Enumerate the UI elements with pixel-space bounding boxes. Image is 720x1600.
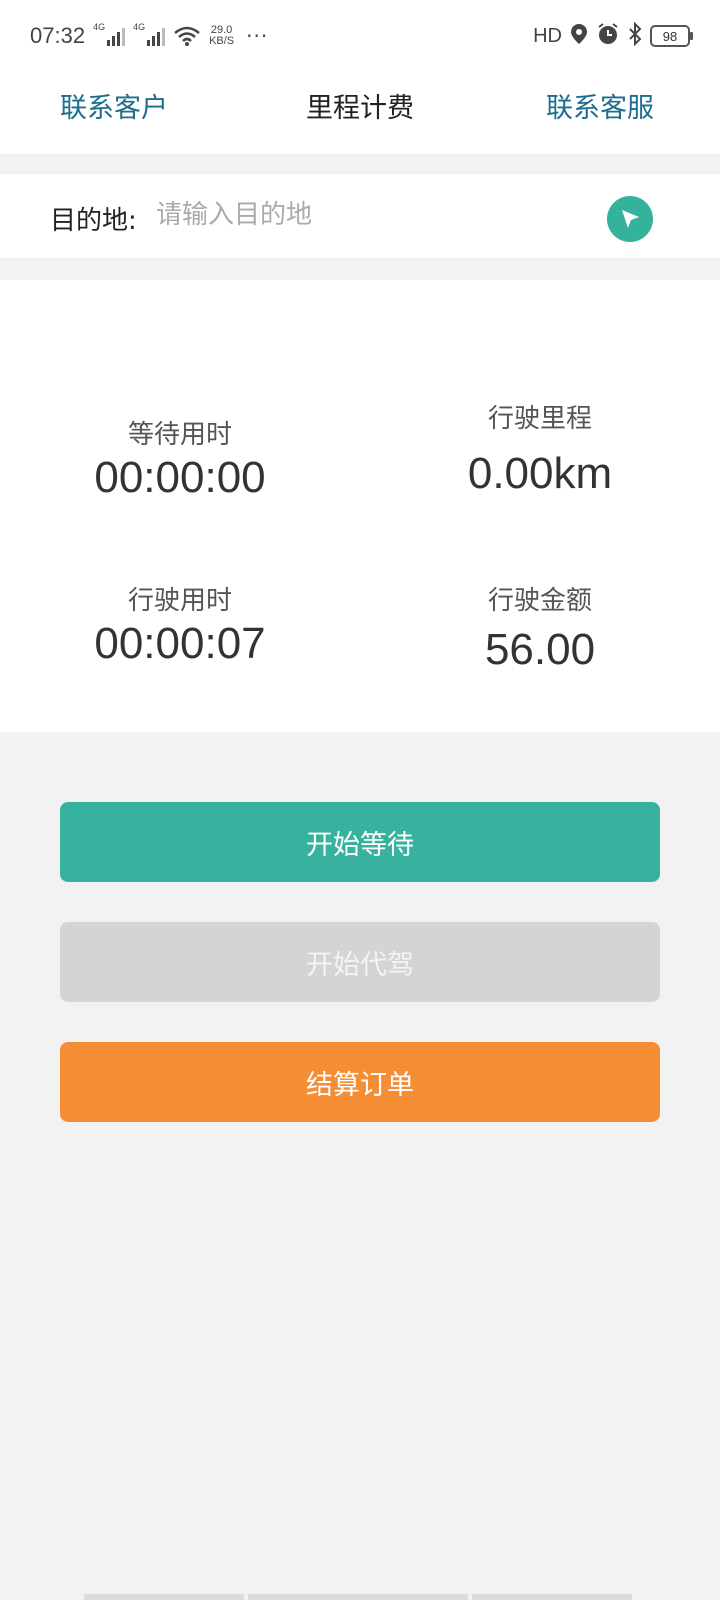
wait-time-value: 00:00:00 <box>94 453 266 502</box>
hd-voice-label: HD <box>533 24 562 47</box>
status-time: 07:32 <box>30 23 86 48</box>
distance-stat: 行驶里程 0.00km <box>390 398 690 499</box>
cell-signal-icon-2: 4G <box>133 22 166 46</box>
trip-stats-panel: 等待用时 00:00:00 行驶里程 0.00km 行驶用时 00:00:07 … <box>0 280 720 732</box>
settle-order-button[interactable]: 结算订单 <box>60 1042 660 1122</box>
start-drive-button[interactable]: 开始代驾 <box>60 922 660 1002</box>
cell-signal-icon: 4G <box>93 22 126 46</box>
destination-input[interactable] <box>156 192 576 238</box>
network-type-label: 4G <box>93 22 106 32</box>
distance-label: 行驶里程 <box>487 404 592 434</box>
network-speed: 29.0 KB/S <box>209 25 234 47</box>
bottom-gesture-bar <box>84 1594 636 1600</box>
status-bar: 07:32 4G 4G 29.0 KB/S ··· HD 98 <box>0 0 720 72</box>
battery-icon: 98 <box>650 25 693 47</box>
status-left: 07:32 4G 4G 29.0 KB/S ··· <box>30 20 268 52</box>
alarm-icon <box>596 22 620 50</box>
status-right: HD 98 <box>533 20 693 52</box>
wait-time-stat: 等待用时 00:00:00 <box>30 414 330 503</box>
speed-unit: KB/S <box>209 35 235 47</box>
bluetooth-icon <box>628 21 642 50</box>
amount-label: 行驶金额 <box>487 586 592 616</box>
drive-time-value: 00:00:07 <box>94 619 266 668</box>
wait-time-label: 等待用时 <box>127 420 232 450</box>
more-status-icon: ··· <box>246 24 269 48</box>
distance-value: 0.00km <box>467 449 613 498</box>
amount-value: 56.00 <box>484 625 596 674</box>
drive-time-stat: 行驶用时 00:00:07 <box>30 580 330 669</box>
contact-service-link[interactable]: 联系客服 <box>546 86 654 125</box>
wifi-icon <box>173 25 201 47</box>
amount-stat: 行驶金额 56.00 <box>390 580 690 675</box>
network-type-label-2: 4G <box>133 22 146 32</box>
location-icon <box>570 23 588 49</box>
navigation-arrow-icon[interactable] <box>607 196 653 242</box>
drive-time-label: 行驶用时 <box>127 586 232 616</box>
destination-label: 目的地: <box>50 206 137 236</box>
start-wait-button[interactable]: 开始等待 <box>60 802 660 882</box>
top-navbar: 联系客户 里程计费 联系客服 <box>0 72 720 154</box>
